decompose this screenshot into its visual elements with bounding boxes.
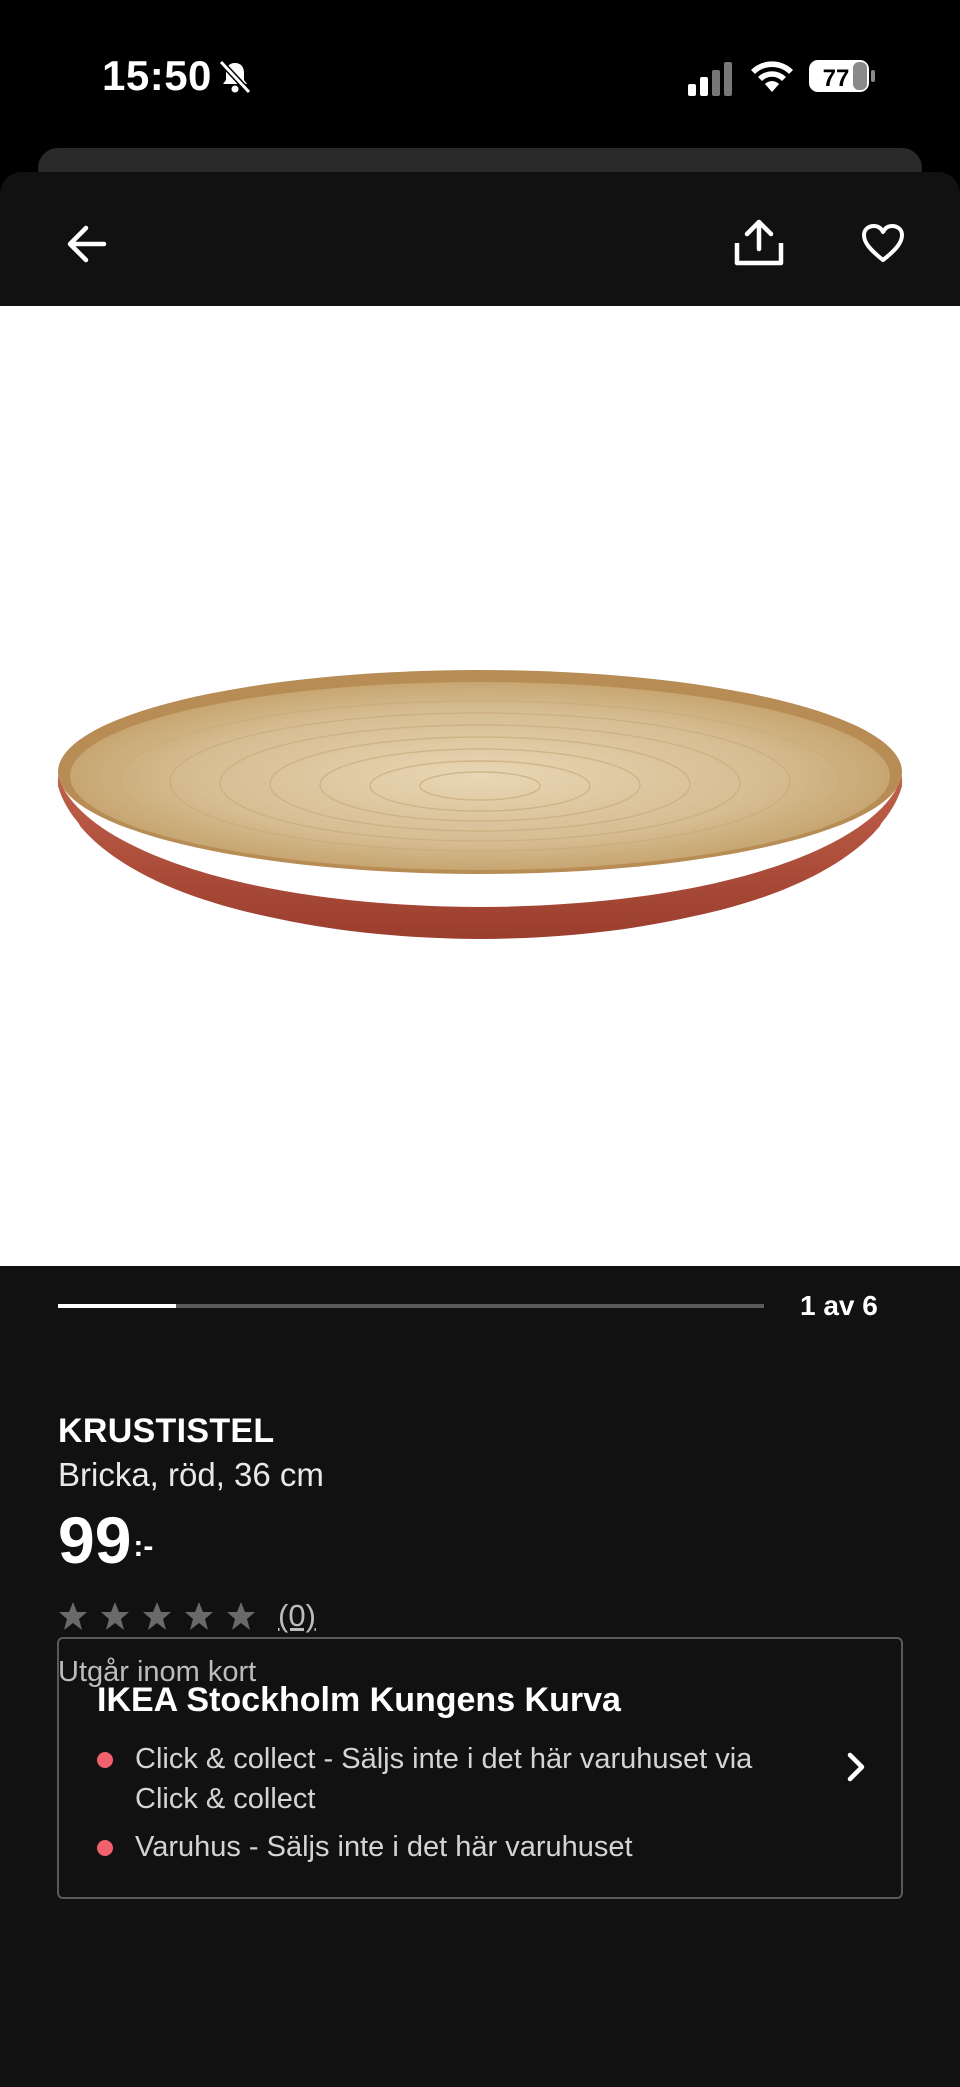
product-price: 99 :- — [58, 1500, 153, 1580]
product-rating[interactable]: (0) — [58, 1598, 316, 1634]
price-suffix: :- — [133, 1530, 154, 1563]
product-description: Bricka, röd, 36 cm — [58, 1456, 324, 1493]
store-availability-card[interactable]: IKEA Stockholm Kungens Kurva Click & col… — [57, 1637, 903, 1899]
product-topbar — [0, 172, 960, 306]
star-icon — [227, 1602, 255, 1630]
arrow-left-icon — [67, 225, 107, 263]
product-image[interactable] — [0, 306, 960, 1266]
carousel-counter: 1 av 6 — [800, 1290, 878, 1322]
share-icon — [734, 219, 784, 266]
tray-illustration — [58, 670, 902, 939]
product-name: KRUSTISTEL — [58, 1412, 275, 1450]
battery-icon: 77 — [809, 60, 875, 92]
carousel-progress-fill — [58, 1304, 176, 1308]
status-bar: 15:50 77 — [0, 0, 960, 150]
bell-slash-icon — [218, 59, 252, 95]
back-button[interactable] — [58, 216, 114, 272]
share-button[interactable] — [728, 212, 790, 274]
star-icon — [143, 1602, 171, 1630]
star-icon — [185, 1602, 213, 1630]
image-carousel-progress — [58, 1304, 764, 1308]
wifi-icon — [751, 61, 793, 92]
heart-icon — [862, 224, 904, 262]
store-status-text: Click & collect - Säljs inte i det här v… — [135, 1743, 753, 1815]
status-dot-icon — [97, 1752, 113, 1768]
favorite-button[interactable] — [854, 214, 912, 272]
rating-count-link[interactable]: (0) — [278, 1598, 316, 1634]
carousel-counter-label: 1 av 6 — [800, 1290, 878, 1321]
chevron-right-icon[interactable] — [841, 1747, 871, 1787]
battery-level: 77 — [823, 65, 850, 92]
store-status-store: Varuhus - Säljs inte i det här varuhuset — [97, 1827, 817, 1867]
price-integer: 99 — [58, 1503, 132, 1577]
status-time: 15:50 — [102, 52, 212, 99]
store-status-text: Varuhus - Säljs inte i det här varuhuset — [135, 1831, 633, 1863]
store-status-click-collect: Click & collect - Säljs inte i det här v… — [97, 1739, 817, 1819]
star-icon — [59, 1602, 87, 1630]
store-name: IKEA Stockholm Kungens Kurva — [97, 1681, 621, 1719]
signal-icon — [688, 62, 732, 96]
star-icon — [101, 1602, 129, 1630]
status-dot-icon — [97, 1840, 113, 1856]
